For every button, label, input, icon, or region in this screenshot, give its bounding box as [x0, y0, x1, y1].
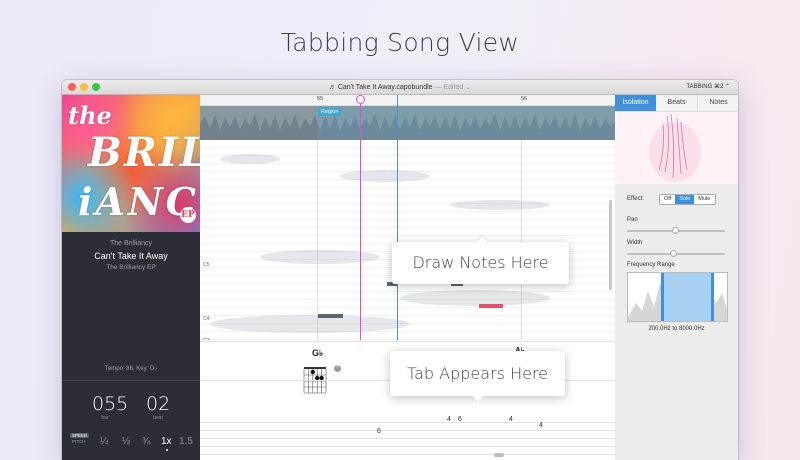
callout-text: Tab Appears Here	[406, 364, 549, 383]
song-artist: The Brilliancy	[109, 240, 152, 247]
document-edited-status[interactable]: — Edited ⌄	[435, 84, 472, 91]
speed-option-quarter[interactable]: ¼	[100, 436, 108, 447]
tempo-key-readout[interactable]: Tempo: 86, Key: D♭	[62, 365, 200, 372]
spectral-smudge	[220, 154, 280, 164]
ruler-mark: 55	[317, 96, 324, 102]
title-bar: ♬ Can't Take It Away.capobundle — Edited…	[62, 80, 738, 95]
spectral-smudge	[450, 200, 550, 210]
document-name: Can't Take It Away.capobundle	[337, 84, 433, 91]
cursor-line[interactable]	[397, 95, 398, 340]
tab-fret-number[interactable]: 4	[539, 422, 543, 429]
waveform-graphic	[200, 106, 615, 140]
frequency-range-readout: 200.0Hz to 8000.0Hz	[648, 326, 705, 332]
speed-option-half[interactable]: ½	[122, 436, 130, 447]
album-cover: the BRILL iANCY EP	[62, 95, 200, 232]
document-title: ♬ Can't Take It Away.capobundle — Edited…	[62, 83, 738, 91]
ruler-mark: 56	[521, 96, 528, 102]
speed-option-three-quarter[interactable]: ¾	[142, 436, 150, 447]
inspector-tabs: Isolation Beats Notes	[615, 95, 738, 112]
tab-fret-number[interactable]: 4	[509, 416, 513, 423]
effect-off-option[interactable]: Off	[660, 195, 675, 204]
speed-toggle-option[interactable]: SPEED	[70, 433, 90, 438]
page-headline: Tabbing Song View	[280, 28, 520, 57]
document-icon: ♬	[328, 84, 336, 91]
note-label: C4	[203, 316, 210, 322]
tab-string-line	[200, 454, 615, 455]
spectral-smudge	[400, 290, 550, 306]
beat-label: beat	[153, 415, 163, 421]
effect-solo-option[interactable]: Solo	[675, 195, 695, 204]
isolation-controls: Effect: Off Solo Mute Pan Width Frequenc…	[615, 184, 738, 460]
tab-fret-number[interactable]: 4	[447, 416, 451, 423]
tab-appears-callout: Tab Appears Here	[390, 351, 565, 396]
chord-name[interactable]: G♭	[312, 348, 323, 359]
frequency-range-selection[interactable]	[661, 273, 714, 321]
song-title: Can't Take It Away	[94, 251, 168, 261]
divider	[62, 380, 200, 381]
note-label: G3	[203, 338, 210, 340]
mode-menu[interactable]: TABBING ⌘2 ⌃	[686, 83, 730, 90]
note-block[interactable]	[318, 314, 343, 318]
speed-pitch-toggle[interactable]: SPEED PITCH	[70, 433, 90, 444]
isolation-spectrum	[615, 112, 738, 185]
effect-label: Effect:	[627, 196, 644, 202]
bar-divider	[521, 140, 522, 340]
tab-string-line	[200, 422, 615, 423]
selected-note-block[interactable]	[479, 304, 503, 308]
tab-isolation[interactable]: Isolation	[615, 95, 656, 111]
callout-text: Draw Notes Here	[412, 253, 549, 272]
cover-badge: EP	[180, 207, 196, 223]
pan-slider-knob[interactable]	[672, 227, 679, 234]
playhead-line[interactable]	[360, 95, 361, 340]
tab-fret-number[interactable]: 6	[458, 416, 462, 423]
width-label: Width	[627, 240, 643, 246]
cover-text: the	[68, 101, 112, 130]
cover-text: BRILL	[88, 129, 200, 176]
effect-mute-option[interactable]: Mute	[694, 195, 714, 204]
draw-notes-callout: Draw Notes Here	[392, 242, 569, 284]
piano-roll-scrollbar[interactable]	[609, 200, 612, 290]
active-speed-indicator	[166, 449, 168, 451]
spectral-smudge	[260, 250, 380, 264]
piano-roll[interactable]: C5 C4 G3 C3	[200, 140, 615, 340]
bar-label: bar	[101, 415, 109, 421]
chord-info-badge[interactable]: ?	[334, 365, 341, 372]
tab-scroll-handle[interactable]	[494, 453, 504, 457]
note-label: C5	[203, 262, 210, 268]
beat-counter: 02	[146, 393, 171, 415]
width-slider-knob[interactable]	[670, 250, 677, 257]
speed-option-one-and-half[interactable]: 1.5	[179, 436, 193, 447]
song-info-panel: the BRILL iANCY EP The Brilliancy Can't …	[62, 95, 200, 460]
song-album: The Brilliancy EP	[106, 264, 156, 271]
bar-divider	[317, 140, 318, 340]
pitch-toggle-option[interactable]: PITCH	[70, 439, 89, 444]
spectrum-graphic	[649, 113, 701, 182]
tab-string-line	[200, 438, 615, 439]
frequency-range-label: Frequency Range	[627, 262, 675, 268]
spectral-smudge	[340, 170, 430, 182]
speed-option-normal[interactable]: 1x	[161, 436, 172, 447]
spectral-smudge	[210, 315, 410, 333]
tab-fret-number[interactable]: 6	[377, 428, 381, 435]
timeline-ruler[interactable]: 55 56	[200, 95, 615, 106]
playhead-handle[interactable]	[356, 95, 365, 104]
pan-label: Pan	[627, 217, 638, 223]
tab-string-line	[200, 430, 615, 431]
tab-notes[interactable]: Notes	[697, 95, 738, 111]
bar-counter: 055	[92, 393, 129, 415]
frequency-range-selector[interactable]	[627, 272, 728, 322]
tab-beats[interactable]: Beats	[656, 95, 697, 111]
tab-string-line	[200, 446, 615, 447]
waveform-overview[interactable]: Region	[200, 106, 615, 140]
effect-segmented-control[interactable]: Off Solo Mute	[659, 194, 716, 205]
region-tag[interactable]: Region	[318, 108, 342, 116]
